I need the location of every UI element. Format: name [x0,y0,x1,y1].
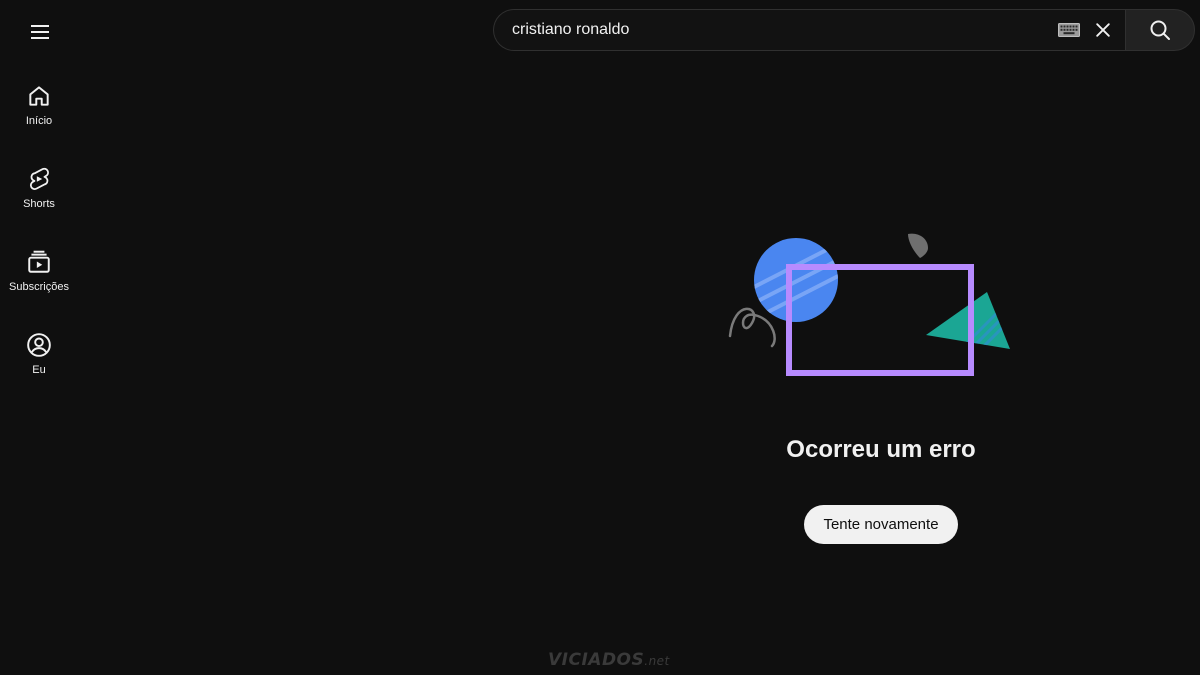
watermark-logo: VICIADOS.net [548,650,670,670]
squiggle-shape [728,307,776,348]
sidebar-item-label: Eu [32,364,46,376]
search-icon [1150,20,1170,40]
search-button[interactable] [1125,9,1195,51]
watermark-suffix: .net [644,654,670,668]
subscriptions-icon [28,250,50,273]
close-icon [1096,23,1110,37]
sidebar-item-shorts[interactable]: Shorts [0,151,78,234]
sidebar: Início Shorts Subscrições Eu [0,68,78,400]
keyboard-icon [1058,23,1080,37]
retry-button[interactable]: Tente novamente [804,505,958,544]
sidebar-item-label: Início [25,115,53,127]
shorts-icon [29,167,49,190]
hamburger-menu-icon [31,25,49,39]
watermark-text: VICIADOS [548,650,645,670]
clear-search-button[interactable] [1087,14,1119,46]
error-title: Ocorreu um erro [786,436,976,463]
sidebar-item-label: Subscrições [9,281,69,293]
sidebar-item-home[interactable]: Início [0,68,78,151]
sidebar-item-you[interactable]: Eu [0,317,78,400]
keyboard-button[interactable] [1057,18,1081,42]
account-icon [27,333,51,357]
app-window: Início Shorts Subscrições Eu cristiano r… [0,0,1200,675]
gray-leaf-shape [908,233,928,258]
sidebar-item-subscriptions[interactable]: Subscrições [0,234,78,317]
home-icon [29,86,49,106]
search-box [493,9,1125,51]
error-illustration [728,233,1010,376]
search-input[interactable] [512,21,1057,39]
search-bar [493,9,1195,51]
sidebar-item-label: Shorts [23,198,55,210]
menu-button[interactable] [20,12,60,52]
